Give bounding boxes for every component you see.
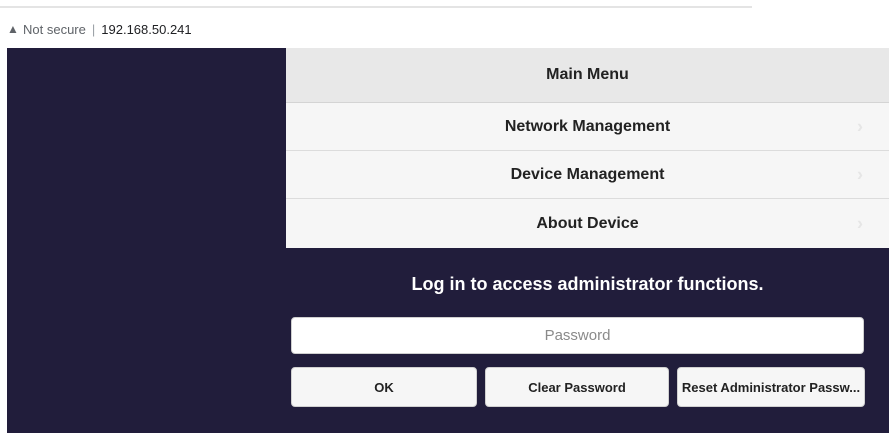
menu-item-label: Device Management (510, 165, 665, 183)
warning-triangle-icon[interactable]: ▲ (6, 22, 20, 36)
menu-item-device-management[interactable]: Device Management › (286, 151, 889, 199)
url-text[interactable]: 192.168.50.241 (101, 22, 191, 37)
chevron-right-icon: › (857, 213, 863, 233)
reset-administrator-password-button[interactable]: Reset Administrator Passw... (677, 367, 865, 407)
security-label[interactable]: Not secure (23, 22, 86, 37)
menu-item-label: About Device (536, 214, 639, 232)
page-content: Main Menu Network Management › Device Ma… (7, 48, 889, 433)
password-input[interactable] (291, 317, 864, 354)
menu-item-label: Network Management (504, 117, 671, 135)
address-separator: | (91, 21, 96, 37)
login-prompt: Log in to access administrator functions… (411, 274, 764, 294)
chevron-right-icon: › (857, 116, 863, 136)
browser-top-divider (0, 6, 752, 8)
address-bar[interactable]: ▲ Not secure | 192.168.50.241 (0, 10, 889, 48)
ok-button[interactable]: OK (291, 367, 477, 407)
main-menu: Main Menu Network Management › Device Ma… (286, 48, 889, 248)
clear-password-button[interactable]: Clear Password (485, 367, 669, 407)
chevron-right-icon: › (857, 164, 863, 184)
menu-item-about-device[interactable]: About Device › (286, 199, 889, 248)
menu-title: Main Menu (286, 48, 889, 103)
menu-item-network-management[interactable]: Network Management › (286, 103, 889, 151)
